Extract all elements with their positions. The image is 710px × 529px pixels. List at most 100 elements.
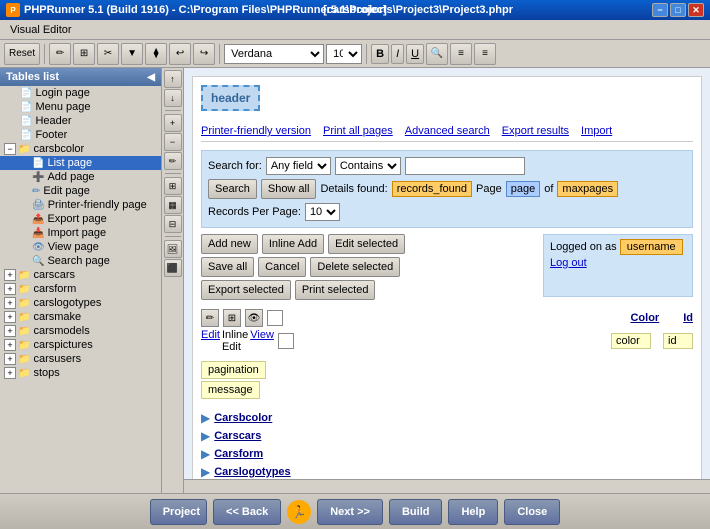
toolbar-btn-2[interactable]: ⊞	[73, 43, 95, 65]
search-condition-select[interactable]: Contains	[335, 157, 401, 175]
sidebar-item-carsform[interactable]: + 📁 carsform	[0, 282, 161, 296]
font-size-select[interactable]: 1012	[326, 44, 362, 64]
bold-button[interactable]: B	[371, 44, 389, 64]
sidebar-item-add-page[interactable]: ➕ Add page	[0, 170, 161, 184]
save-all-button[interactable]: Save all	[201, 257, 254, 277]
sidebar-item-carscars[interactable]: + 📁 carscars	[0, 268, 161, 282]
export-selected-button[interactable]: Export selected	[201, 280, 291, 300]
italic-button[interactable]: I	[391, 44, 404, 64]
select-all-checkbox[interactable]	[267, 310, 283, 326]
import-link[interactable]: Import	[581, 125, 612, 137]
add-new-button[interactable]: Add new	[201, 234, 258, 254]
search-input[interactable]	[405, 157, 525, 175]
vert-btn-1[interactable]: ↑	[164, 70, 182, 88]
vert-btn-8[interactable]: ⊟	[164, 215, 182, 233]
print-selected-button[interactable]: Print selected	[295, 280, 376, 300]
sidebar-item-carslogotypes[interactable]: + 📁 carslogotypes	[0, 296, 161, 310]
sidebar-item-carspictures[interactable]: + 📁 carspictures	[0, 338, 161, 352]
toolbar-btn-7[interactable]: ↪	[193, 43, 215, 65]
font-select[interactable]: Verdana	[224, 44, 324, 64]
per-page-select[interactable]: 10	[305, 203, 340, 221]
table-copy-icon[interactable]: ⊞	[223, 309, 241, 327]
edit-link[interactable]: Edit	[201, 329, 220, 353]
sidebar-item-carsbcolor[interactable]: − 📁 carsbcolor	[0, 142, 161, 156]
sidebar-item-view-page[interactable]: 👁 View page	[0, 240, 161, 254]
close-button[interactable]: Close	[504, 499, 560, 525]
toolbar-btn-1[interactable]: ✏	[49, 43, 71, 65]
sidebar-item-printer-friendly[interactable]: 🖨 Printer-friendly page	[0, 198, 161, 212]
align-right-button[interactable]: ≡	[474, 43, 496, 65]
vert-btn-6[interactable]: ⊞	[164, 177, 182, 195]
show-all-button[interactable]: Show all	[261, 179, 317, 199]
delete-selected-button[interactable]: Delete selected	[310, 257, 400, 277]
inline-add-button[interactable]: Inline Add	[262, 234, 324, 254]
col-header-id[interactable]: Id	[683, 312, 693, 324]
table-edit-icon[interactable]: ✏	[201, 309, 219, 327]
maximize-button[interactable]: □	[670, 3, 686, 17]
vert-btn-9[interactable]: 🖼	[164, 240, 182, 258]
sidebar-item-carsmake[interactable]: + 📁 carsmake	[0, 310, 161, 324]
sidebar-item-carsmodels[interactable]: + 📁 carsmodels	[0, 324, 161, 338]
logout-link[interactable]: Log out	[550, 257, 587, 269]
reset-button[interactable]: Reset	[4, 43, 40, 65]
export-results-link[interactable]: Export results	[502, 125, 569, 137]
expander-carsbcolor[interactable]: −	[4, 143, 16, 155]
expander-carsmake[interactable]: +	[4, 311, 16, 323]
expander-carslogotypes[interactable]: +	[4, 297, 16, 309]
list-item-carscars[interactable]: ▶ Carscars	[201, 427, 693, 445]
horizontal-scrollbar[interactable]	[184, 479, 710, 493]
list-item-carslogotypes[interactable]: ▶ Carslogotypes	[201, 463, 693, 479]
vert-btn-4[interactable]: −	[164, 133, 182, 151]
toolbar-btn-5[interactable]: ⧫	[145, 43, 167, 65]
vert-btn-2[interactable]: ↓	[164, 89, 182, 107]
print-all-link[interactable]: Print all pages	[323, 125, 393, 137]
sidebar-item-edit-page[interactable]: ✏ Edit page	[0, 184, 161, 198]
vert-btn-3[interactable]: +	[164, 114, 182, 132]
sidebar-item-footer[interactable]: 📄 Footer	[0, 128, 161, 142]
vert-btn-10[interactable]: ⬛	[164, 259, 182, 277]
sidebar-item-header[interactable]: 📄 Header	[0, 114, 161, 128]
expander-carspictures[interactable]: +	[4, 339, 16, 351]
vert-btn-7[interactable]: ▦	[164, 196, 182, 214]
sidebar-item-search-page[interactable]: 🔍 Search page	[0, 254, 161, 268]
sidebar-item-import-page[interactable]: 📥 Import page	[0, 226, 161, 240]
minimize-button[interactable]: −	[652, 3, 668, 17]
underline-button[interactable]: U	[406, 44, 424, 64]
expander-stops[interactable]: +	[4, 367, 16, 379]
help-button[interactable]: Help	[448, 499, 498, 525]
align-left-button[interactable]: ≡	[450, 43, 472, 65]
view-link[interactable]: View	[250, 329, 274, 353]
cancel-button[interactable]: Cancel	[258, 257, 306, 277]
sidebar-item-login-page[interactable]: 📄 Login page	[0, 86, 161, 100]
list-item-carsform[interactable]: ▶ Carsform	[201, 445, 693, 463]
project-button[interactable]: Project	[150, 499, 207, 525]
menu-visual-editor[interactable]: Visual Editor	[4, 22, 78, 38]
sidebar-item-list-page[interactable]: 📄 List page	[0, 156, 161, 170]
sidebar-item-carsusers[interactable]: + 📁 carsusers	[0, 352, 161, 366]
expander-carsform[interactable]: +	[4, 283, 16, 295]
next-button[interactable]: Next >>	[317, 499, 383, 525]
row-checkbox[interactable]	[278, 333, 294, 349]
printer-friendly-link[interactable]: Printer-friendly version	[201, 125, 311, 137]
expander-carsusers[interactable]: +	[4, 353, 16, 365]
build-button[interactable]: Build	[389, 499, 443, 525]
search-field-select[interactable]: Any field	[266, 157, 331, 175]
expander-carscars[interactable]: +	[4, 269, 16, 281]
advanced-search-link[interactable]: Advanced search	[405, 125, 490, 137]
sidebar-item-stops[interactable]: + 📁 stops	[0, 366, 161, 380]
table-view-icon[interactable]: 👁	[245, 309, 263, 327]
vert-btn-5[interactable]: ✏	[164, 152, 182, 170]
edit-selected-button[interactable]: Edit selected	[328, 234, 405, 254]
sidebar-item-menu-page[interactable]: 📄 Menu page	[0, 100, 161, 114]
sidebar-collapse-button[interactable]: ◀	[147, 72, 155, 83]
search-button[interactable]: Search	[208, 179, 257, 199]
col-header-color[interactable]: Color	[630, 312, 659, 324]
toolbar-btn-6[interactable]: ↩	[169, 43, 191, 65]
close-window-button[interactable]: ✕	[688, 3, 704, 17]
sidebar-item-export-page[interactable]: 📤 Export page	[0, 212, 161, 226]
zoom-button[interactable]: 🔍	[426, 43, 448, 65]
toolbar-btn-4[interactable]: ▼	[121, 43, 143, 65]
list-item-carsbcolor[interactable]: ▶ Carsbcolor	[201, 409, 693, 427]
expander-carsmodels[interactable]: +	[4, 325, 16, 337]
editor-scroll[interactable]: header Printer-friendly version Print al…	[184, 68, 710, 479]
